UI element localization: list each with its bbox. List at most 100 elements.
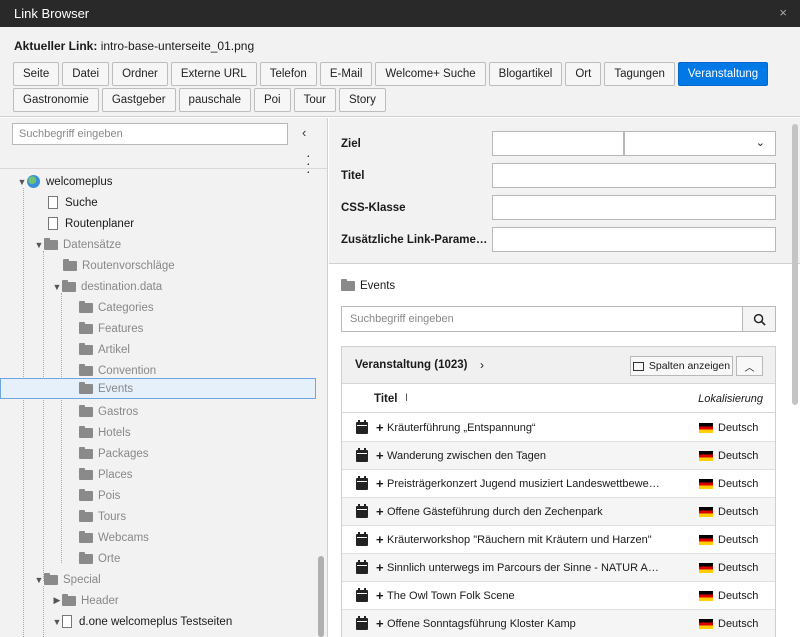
tab-veranstaltung[interactable]: Veranstaltung (677, 62, 769, 86)
table-row[interactable]: + Offene Gästeführung durch den Zechenpa… (342, 498, 775, 526)
chevron-down-icon[interactable]: ▼ (52, 617, 62, 627)
chevron-down-icon[interactable]: ▼ (34, 240, 44, 250)
tree-item-gastros[interactable]: Gastros (79, 401, 327, 422)
tree-item-artikel[interactable]: Artikel (79, 339, 327, 360)
table-row[interactable]: + Sinnlich unterwegs im Parcours der Sin… (342, 554, 775, 582)
ziel-select[interactable]: ⌄ (624, 131, 776, 156)
chevron-down-icon[interactable]: ▼ (17, 177, 27, 187)
plus-icon[interactable]: + (376, 588, 384, 603)
search-button[interactable] (742, 306, 776, 332)
table-row[interactable]: + The Owl Town Folk Scene Deutsch (342, 582, 775, 610)
tree-item-packages[interactable]: Packages (79, 443, 327, 464)
table-row[interactable]: + Kräuterworkshop "Räuchern mit Kräutern… (342, 526, 775, 554)
tree-item-webcams[interactable]: Webcams (79, 527, 327, 548)
table-row[interactable]: + Preisträgerkonzert Jugend musiziert La… (342, 470, 775, 498)
tree-item-routenplaner[interactable]: Routenplaner (48, 213, 327, 234)
folder-icon (44, 237, 58, 250)
right-panel-scrollbar[interactable] (792, 124, 798, 405)
tree-divider (0, 168, 327, 169)
tab-seite[interactable]: Seite (13, 62, 60, 86)
tree-item-routenvorschlaege[interactable]: Routenvorschläge (63, 255, 327, 276)
link-attributes-form: Ziel ⌄ Titel CSS-Klasse Zusätzliche Link… (329, 118, 800, 264)
tab-ordner[interactable]: Ordner (112, 62, 168, 86)
tree-item-destination-data[interactable]: ▼ destination.data (52, 276, 327, 297)
tab-story[interactable]: Story (338, 88, 386, 112)
folder-icon (79, 446, 93, 459)
close-icon[interactable]: × (779, 5, 787, 20)
locale-cell: Deutsch (699, 618, 758, 630)
tree-item-hotels[interactable]: Hotels (79, 422, 327, 443)
tab-telefon[interactable]: Telefon (259, 62, 317, 86)
tree-item-suche[interactable]: Suche (48, 192, 327, 213)
plus-icon[interactable]: + (376, 448, 384, 463)
tree-item-testseiten[interactable]: ▼ d.one welcomeplus Testseiten (52, 611, 327, 632)
table-title[interactable]: Veranstaltung (1023) (355, 359, 467, 371)
css-klasse-input[interactable] (492, 195, 776, 220)
tab-gastgeber[interactable]: Gastgeber (101, 88, 176, 112)
css-klasse-label: CSS-Klasse (341, 202, 406, 214)
tab-tagungen[interactable]: Tagungen (604, 62, 675, 86)
plus-icon[interactable]: + (376, 560, 384, 575)
link-params-input[interactable] (492, 227, 776, 252)
plus-icon[interactable]: + (376, 476, 384, 491)
page-icon (48, 196, 58, 209)
tab-welcome-suche[interactable]: Welcome+ Suche (375, 62, 486, 86)
collapse-panel-icon[interactable]: ‹ (302, 125, 306, 140)
locale-cell: Deutsch (699, 478, 758, 490)
tab-pauschale[interactable]: pauschale (178, 88, 251, 112)
col-titel[interactable]: Titel (374, 393, 397, 405)
tree-item-welcomeplus[interactable]: ▼ welcomeplus (17, 171, 327, 192)
folder-icon (62, 279, 76, 292)
tab-poi[interactable]: Poi (253, 88, 291, 112)
record-search-input[interactable]: Suchbegriff eingeben (341, 306, 743, 332)
tree-item-orte[interactable]: Orte (79, 548, 327, 569)
tree-item-tours[interactable]: Tours (79, 506, 327, 527)
current-link-value: intro-base-unterseite_01.png (100, 39, 255, 53)
plus-icon[interactable]: + (376, 616, 384, 631)
locale-cell: Deutsch (699, 590, 758, 602)
plus-icon[interactable]: + (376, 504, 384, 519)
tab-gastronomie[interactable]: Gastronomie (13, 88, 99, 112)
plus-icon[interactable]: + (376, 420, 384, 435)
chevron-down-icon[interactable]: ▼ (52, 282, 62, 292)
page-icon (48, 217, 58, 230)
folder-icon (79, 551, 93, 564)
table-row[interactable]: + Kräuterführung „Entspannung“ Deutsch (342, 414, 775, 442)
collapse-table-button[interactable]: ︿ (736, 356, 763, 376)
chevron-down-icon[interactable]: ▼ (34, 575, 44, 585)
tree-item-features[interactable]: Features (79, 318, 327, 339)
table-row[interactable]: + Wanderung zwischen den Tagen Deutsch (342, 442, 775, 470)
tree-scrollbar[interactable] (318, 556, 324, 637)
folder-icon (79, 530, 93, 543)
tree-item-categories[interactable]: Categories (79, 297, 327, 318)
german-flag-icon (699, 451, 713, 461)
chevron-down-icon: ⌄ (755, 137, 765, 149)
sort-cursor-icon: I (405, 392, 409, 404)
plus-icon[interactable]: + (376, 532, 384, 547)
tab-blogartikel[interactable]: Blogartikel (488, 62, 563, 86)
tree-item-datensaetze[interactable]: ▼ Datensätze (34, 234, 327, 255)
show-columns-button[interactable]: Spalten anzeigen (630, 356, 733, 376)
tree-item-events[interactable]: Events (0, 378, 316, 399)
current-link: Aktueller Link: intro-base-unterseite_01… (14, 39, 254, 53)
ziel-input[interactable] (492, 131, 624, 156)
tree-item-pois[interactable]: Pois (79, 485, 327, 506)
titel-input[interactable] (492, 163, 776, 188)
tree-search-input[interactable]: Suchbegriff eingeben (12, 123, 288, 145)
chevron-right-icon[interactable]: ▶ (52, 595, 62, 606)
tree-item-special[interactable]: ▼ Special (34, 569, 327, 590)
tree-item-header[interactable]: ▶ Header (52, 590, 327, 611)
tab-email[interactable]: E-Mail (319, 62, 373, 86)
tree-item-places[interactable]: Places (79, 464, 327, 485)
folder-icon (341, 279, 355, 291)
tab-ort[interactable]: Ort (565, 62, 602, 86)
chevron-right-icon[interactable]: › (480, 358, 484, 372)
titel-label: Titel (341, 170, 365, 182)
folder-icon (44, 572, 58, 585)
tab-datei[interactable]: Datei (62, 62, 110, 86)
ziel-label: Ziel (341, 138, 361, 150)
chevron-up-icon: ︿ (744, 362, 755, 374)
tab-externe-url[interactable]: Externe URL (170, 62, 257, 86)
tab-tour[interactable]: Tour (293, 88, 336, 112)
table-row[interactable]: + Offene Sonntagsführung Kloster Kamp De… (342, 610, 775, 637)
